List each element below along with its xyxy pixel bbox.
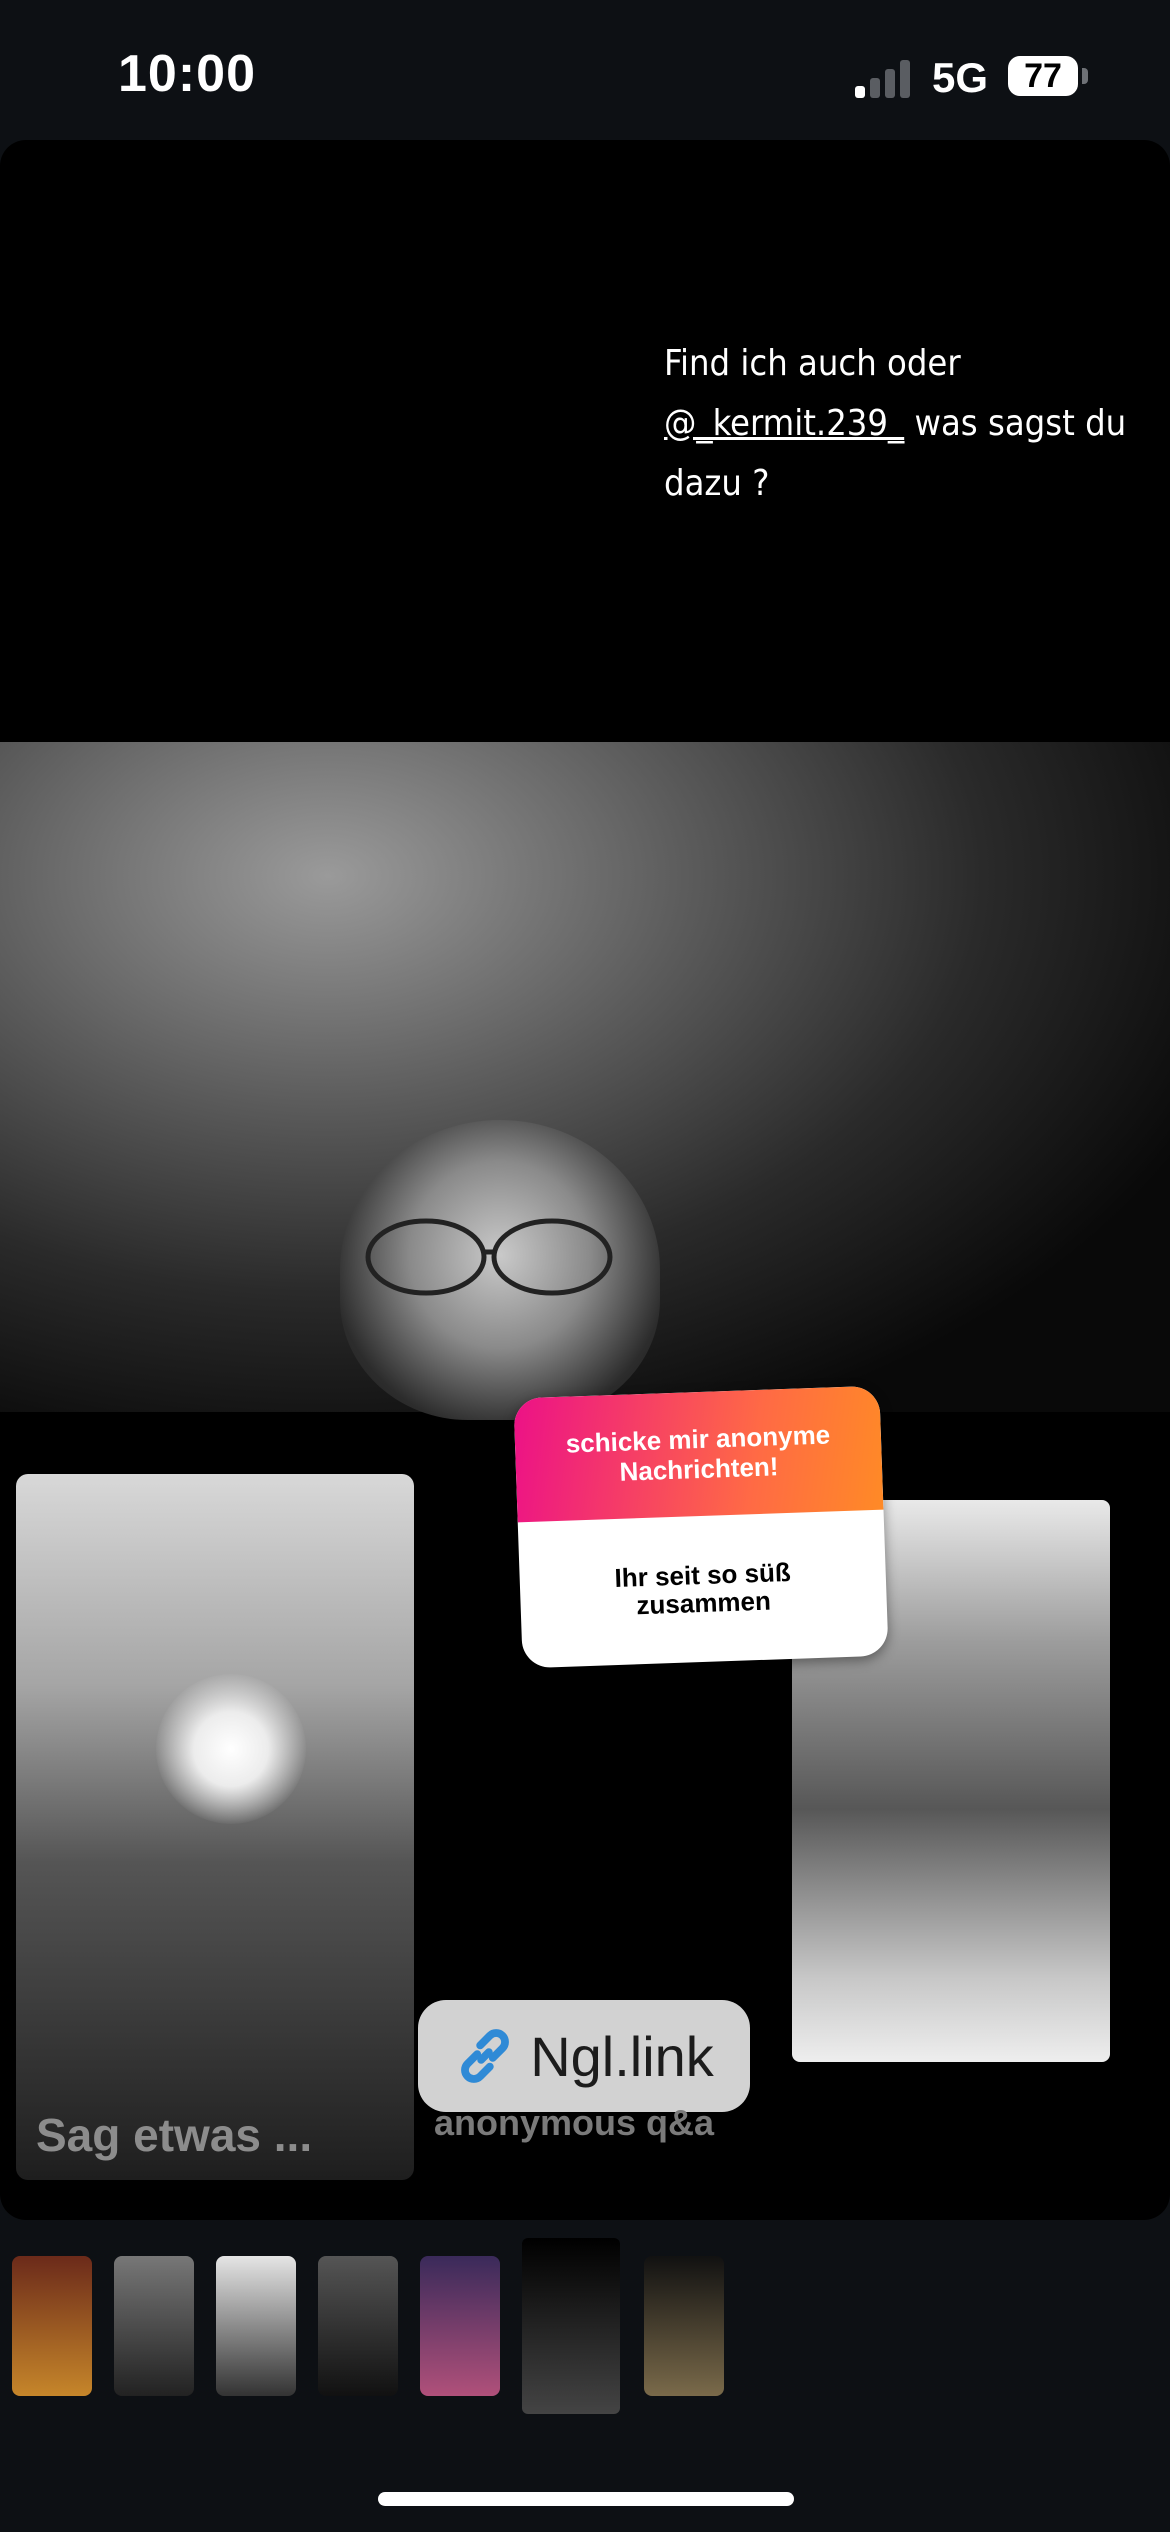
ngl-question-sticker[interactable]: schicke mir anonyme Nachrichten! Ihr sei… xyxy=(513,1385,889,1669)
story-left-photo xyxy=(16,1474,414,2180)
story-thumb-3[interactable] xyxy=(216,2256,296,2396)
ngl-sticker-message: Ihr seit so süß zusammen xyxy=(614,1556,792,1621)
battery-icon: 77 xyxy=(1008,56,1078,96)
story-thumbnail-strip xyxy=(0,2234,1170,2414)
lamp-light xyxy=(156,1674,306,1824)
story-thumb-2[interactable] xyxy=(114,2256,194,2396)
sag-etwas-text: Sag etwas ... xyxy=(36,2109,313,2161)
story-thumb-5[interactable] xyxy=(420,2256,500,2396)
glasses-shape xyxy=(365,1218,613,1296)
story-caption: Find ich auch oder @_kermit.239_ was sag… xyxy=(664,334,1134,514)
battery-tip xyxy=(1082,68,1088,84)
caption-line-1: Find ich auch oder xyxy=(664,343,961,384)
caption-line-3: dazu ? xyxy=(664,463,770,504)
story-thumb-1[interactable] xyxy=(12,2256,92,2396)
mention-link[interactable]: @_kermit.239_ xyxy=(664,403,904,444)
home-indicator[interactable] xyxy=(378,2492,794,2506)
status-bar: 10:00 5G 77 xyxy=(0,0,1170,140)
network-type: 5G xyxy=(932,54,989,101)
link-icon xyxy=(461,2029,510,2083)
link-sticker-label: Ngl.link xyxy=(530,2024,714,2088)
caption-line-2: was sagst du xyxy=(904,403,1127,444)
story-thumb-4[interactable] xyxy=(318,2256,398,2396)
status-time: 10:00 xyxy=(118,45,256,103)
ngl-sticker-header: schicke mir anonyme Nachrichten! xyxy=(513,1385,884,1523)
ngl-link-sticker[interactable]: Ngl.link xyxy=(418,2000,750,2112)
story-thumb-6[interactable] xyxy=(522,2238,620,2414)
story-thumb-7[interactable] xyxy=(644,2256,724,2396)
cellular-signal-icon xyxy=(855,58,915,98)
anonymous-qa-text: anonymous q&a xyxy=(434,2102,715,2143)
